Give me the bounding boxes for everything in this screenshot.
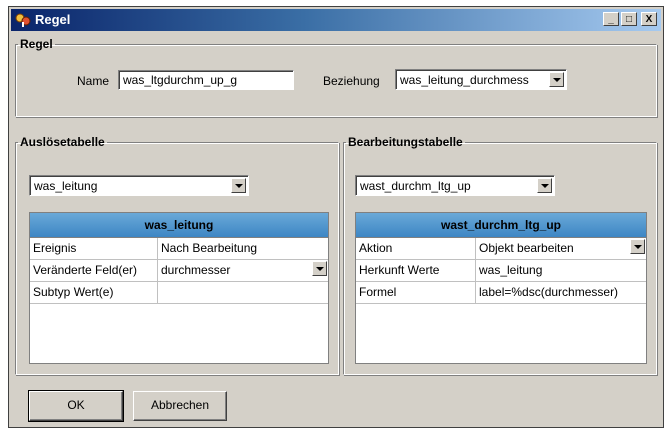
property-value[interactable]: durchmesser: [158, 260, 328, 281]
property-value-text: durchmesser: [161, 263, 231, 277]
ausloesetabelle-legend: Auslösetabelle: [20, 135, 105, 149]
table-header: was_leitung: [30, 213, 328, 238]
table-row[interactable]: Ereignis Nach Bearbeitung: [30, 238, 328, 260]
window-title: Regel: [35, 12, 71, 27]
property-value[interactable]: was_leitung: [476, 260, 646, 281]
property-value-text: label=%dsc(durchmesser): [479, 285, 619, 299]
action-dropdown-icon[interactable]: [630, 239, 645, 254]
property-name: Herkunft Werte: [356, 260, 476, 281]
bearbeitungstabelle-legend: Bearbeitungstabelle: [348, 135, 463, 149]
ausloesetabelle-dropdown-icon[interactable]: [231, 178, 246, 193]
ok-button[interactable]: OK: [28, 390, 124, 422]
property-value[interactable]: [158, 282, 328, 303]
cancel-button[interactable]: Abbrechen: [133, 391, 227, 421]
maximize-button[interactable]: □: [621, 12, 637, 26]
beziehung-dropdown-icon[interactable]: [549, 72, 564, 87]
beziehung-select[interactable]: was_leitung_durchmess: [395, 69, 567, 90]
bearbeitungstabelle-table: wast_durchm_ltg_up Aktion Objekt bearbei…: [355, 212, 647, 364]
ausloesetabelle-value: was_leitung: [34, 179, 98, 193]
regel-dialog: Regel _ □ X Regel Name was_ltgdurchm_up_…: [8, 6, 664, 428]
table-row[interactable]: Herkunft Werte was_leitung: [356, 260, 646, 282]
property-name: Subtyp Wert(e): [30, 282, 158, 303]
property-value[interactable]: Nach Bearbeitung: [158, 238, 328, 259]
regel-legend: Regel: [20, 37, 53, 51]
app-icon: [15, 13, 31, 27]
bearbeitungstabelle-dropdown-icon[interactable]: [537, 178, 552, 193]
property-value-text: Nach Bearbeitung: [161, 241, 258, 255]
fields-dropdown-icon[interactable]: [312, 261, 327, 276]
bearbeitungstabelle-select[interactable]: wast_durchm_ltg_up: [355, 175, 555, 196]
bearbeitungstabelle-value: wast_durchm_ltg_up: [360, 179, 471, 193]
minimize-button[interactable]: _: [603, 12, 619, 26]
beziehung-value: was_leitung_durchmess: [400, 73, 529, 87]
property-value[interactable]: Objekt bearbeiten: [476, 238, 646, 259]
property-name: Aktion: [356, 238, 476, 259]
property-value-text: was_leitung: [479, 263, 543, 277]
beziehung-label: Beziehung: [323, 74, 380, 88]
property-value[interactable]: label=%dsc(durchmesser): [476, 282, 646, 303]
ausloesetabelle-table: was_leitung Ereignis Nach Bearbeitung Ve…: [29, 212, 329, 364]
property-value-text: Objekt bearbeiten: [479, 241, 574, 255]
table-row[interactable]: Formel label=%dsc(durchmesser): [356, 282, 646, 304]
name-input[interactable]: was_ltgdurchm_up_g: [118, 70, 294, 90]
table-row[interactable]: Veränderte Feld(er) durchmesser: [30, 260, 328, 282]
property-name: Formel: [356, 282, 476, 303]
table-header: wast_durchm_ltg_up: [356, 213, 646, 238]
ausloesetabelle-select[interactable]: was_leitung: [29, 175, 249, 196]
name-label: Name: [77, 74, 110, 88]
property-name: Ereignis: [30, 238, 158, 259]
table-row[interactable]: Aktion Objekt bearbeiten: [356, 238, 646, 260]
table-row[interactable]: Subtyp Wert(e): [30, 282, 328, 304]
title-bar[interactable]: Regel _ □ X: [11, 9, 661, 31]
property-name: Veränderte Feld(er): [30, 260, 158, 281]
close-button[interactable]: X: [641, 12, 657, 26]
